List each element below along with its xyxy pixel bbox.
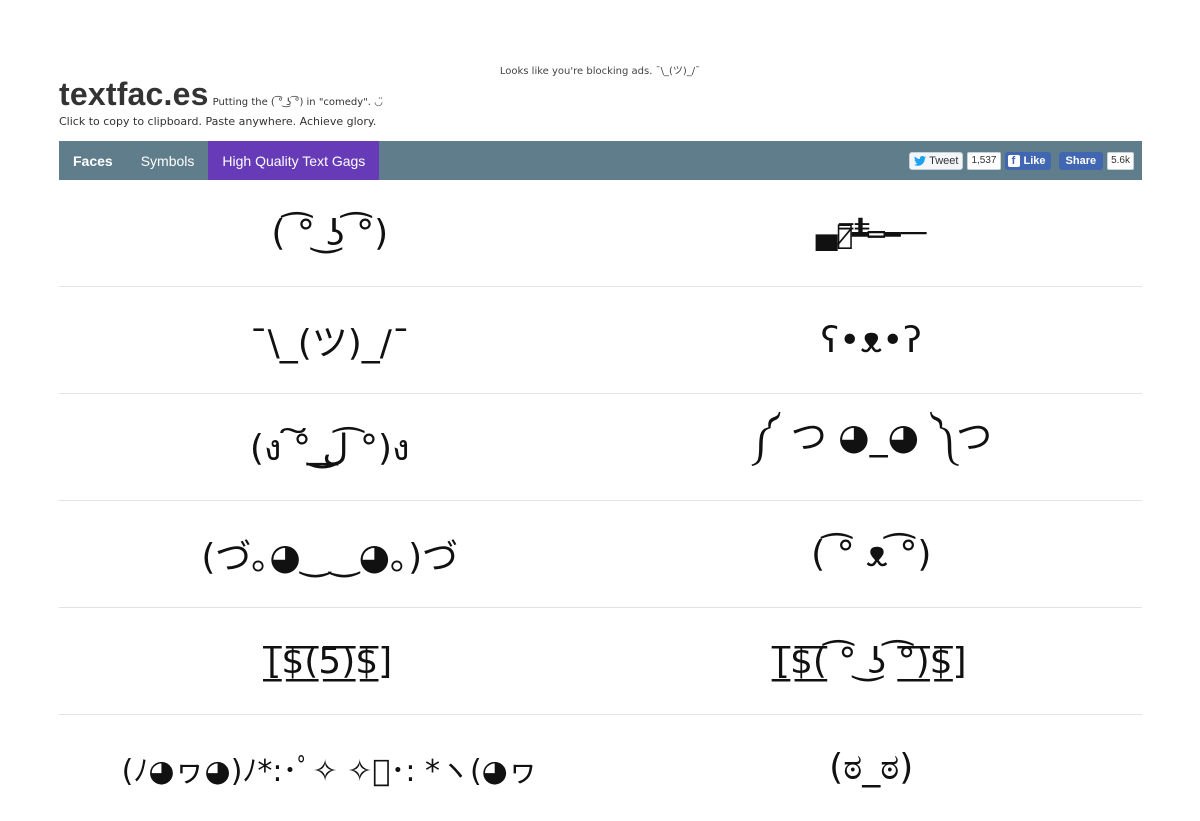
- facebook-like-button[interactable]: f Like: [1004, 151, 1051, 170]
- site-tagline: Putting the ( ͡° ͜ʖ ͡°) in "comedy". ◡̈: [212, 97, 383, 108]
- site-header: textfac.es Putting the ( ͡° ͜ʖ ͡°) in "c…: [59, 76, 1142, 128]
- face-item[interactable]: [̲̅$̲̅(̲̅ ͡° ͜ʖ ͡°̲̅)̲̅$̲̅]: [601, 608, 1143, 714]
- face-item[interactable]: (ง ͠° ͟ل͜ ͡°)ง: [59, 394, 601, 500]
- facebook-icon: f: [1007, 154, 1020, 167]
- face-item[interactable]: ༼ つ ◕_◕ ༽つ: [601, 394, 1143, 500]
- site-subtitle: Click to copy to clipboard. Paste anywhe…: [59, 115, 377, 128]
- face-row: (づ｡◕‿‿◕｡)づ ( ͡° ᴥ ͡°): [59, 501, 1142, 608]
- face-row: (ﾉ◕ヮ◕)ﾉ*:･ﾟ✧ ✧ﾟ･: *ヽ(◕ヮ (ಠ_ಠ): [59, 715, 1142, 821]
- like-label: Like: [1023, 154, 1046, 167]
- face-row: ( ͡° ͜ʖ ͡°) ▄︻̷̿┻̿═━一: [59, 180, 1142, 287]
- brand-row: textfac.es Putting the ( ͡° ͜ʖ ͡°) in "c…: [59, 76, 1142, 113]
- face-item[interactable]: ( ͡° ᴥ ͡°): [601, 501, 1143, 607]
- face-item[interactable]: (ﾉ◕ヮ◕)ﾉ*:･ﾟ✧ ✧ﾟ･: *ヽ(◕ヮ: [59, 715, 601, 821]
- tab-faces[interactable]: Faces: [59, 141, 127, 180]
- tab-symbols[interactable]: Symbols: [127, 141, 209, 180]
- faces-grid: ( ͡° ͜ʖ ͡°) ▄︻̷̿┻̿═━一 ¯\_(ツ)_/¯ ʕ•ᴥ•ʔ (ง…: [59, 180, 1142, 821]
- facebook-share-button[interactable]: Share: [1058, 151, 1104, 170]
- face-item[interactable]: ( ͡° ͜ʖ ͡°): [59, 180, 601, 286]
- face-row: ¯\_(ツ)_/¯ ʕ•ᴥ•ʔ: [59, 287, 1142, 394]
- social-buttons: Tweet 1,537 f Like Share 5.6k: [909, 141, 1142, 180]
- ad-blocker-notice: Looks like you're blocking ads. ¯\_(ツ)_/…: [499, 66, 701, 77]
- face-item[interactable]: (づ｡◕‿‿◕｡)づ: [59, 501, 601, 607]
- face-item[interactable]: ¯\_(ツ)_/¯: [59, 287, 601, 393]
- tweet-label: Tweet: [929, 154, 959, 167]
- face-item[interactable]: ▄︻̷̿┻̿═━一: [601, 180, 1143, 286]
- face-item[interactable]: (ಠ_ಠ): [601, 715, 1143, 821]
- tweet-button[interactable]: Tweet: [909, 151, 964, 170]
- tweet-count: 1,537: [967, 151, 1001, 170]
- share-count: 5.6k: [1107, 151, 1134, 170]
- face-item[interactable]: ʕ•ᴥ•ʔ: [601, 287, 1143, 393]
- site-logo[interactable]: textfac.es: [59, 76, 209, 113]
- face-item[interactable]: [̲̅$̲̅(̲̅5̲̅)̲̅$̲̅]: [59, 608, 601, 714]
- face-row: [̲̅$̲̅(̲̅5̲̅)̲̅$̲̅] [̲̅$̲̅(̲̅ ͡° ͜ʖ ͡°̲̅…: [59, 608, 1142, 715]
- face-row: (ง ͠° ͟ل͜ ͡°)ง ༼ つ ◕_◕ ༽つ: [59, 394, 1142, 501]
- tab-high-quality-text-gags[interactable]: High Quality Text Gags: [208, 141, 380, 180]
- twitter-bird-icon: [914, 155, 927, 166]
- main-navbar: Faces Symbols High Quality Text Gags Twe…: [59, 141, 1142, 180]
